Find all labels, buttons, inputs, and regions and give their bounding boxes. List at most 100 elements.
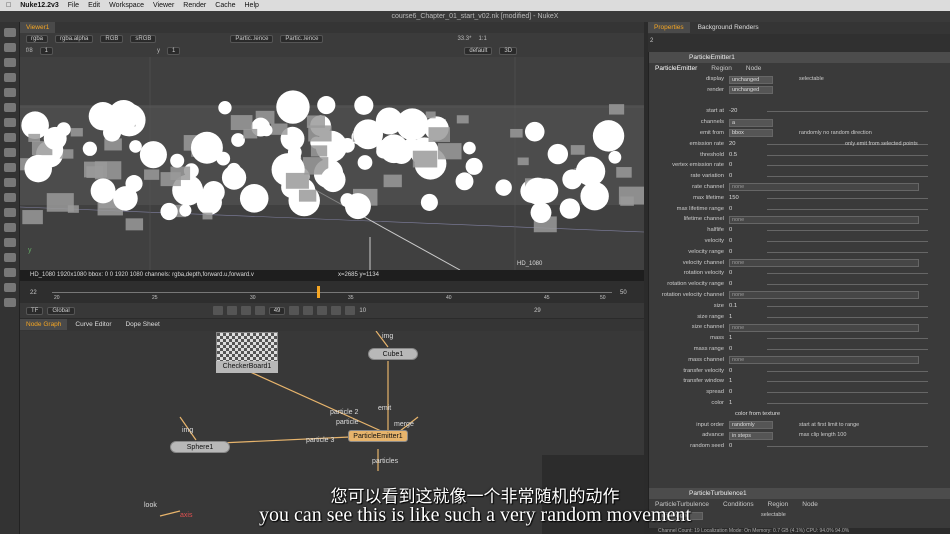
particles-tool-icon[interactable] xyxy=(3,178,16,187)
playhead[interactable] xyxy=(317,286,320,298)
tab-node[interactable]: Node xyxy=(746,63,762,74)
knob-extra[interactable]: max clip length 100 xyxy=(799,430,846,441)
knob-dropdown[interactable]: none xyxy=(729,356,919,365)
fps-mode-dropdown[interactable]: TF xyxy=(26,306,44,315)
knob-value-field[interactable]: 0 xyxy=(729,160,732,171)
knob-slider[interactable] xyxy=(767,284,928,286)
knob-slider[interactable] xyxy=(767,392,928,394)
knob-slider[interactable] xyxy=(767,402,928,404)
knob-dropdown[interactable]: none xyxy=(729,323,919,332)
knob-extra[interactable]: selectable xyxy=(799,74,824,85)
knob-dropdown[interactable]: a xyxy=(729,118,773,127)
image-tool-icon[interactable] xyxy=(3,28,16,37)
camera-dropdown[interactable]: default xyxy=(464,47,493,55)
menu-render[interactable]: Render xyxy=(183,2,206,9)
menu-edit[interactable]: Edit xyxy=(88,2,100,9)
knob-extra[interactable]: start at first limit to range xyxy=(799,420,859,431)
menu-viewer[interactable]: Viewer xyxy=(153,2,174,9)
knob-checkbox[interactable]: color from texture xyxy=(735,409,780,420)
lut-dropdown[interactable]: sRGB xyxy=(130,35,157,43)
last-frame-icon[interactable] xyxy=(345,306,356,315)
knob-slider[interactable] xyxy=(767,111,928,113)
channel-tool-icon[interactable] xyxy=(3,73,16,82)
app-menu[interactable]: Nuke12.2v3 xyxy=(20,2,59,9)
3d-tool-icon[interactable] xyxy=(3,163,16,172)
range-scope-dropdown[interactable]: Global xyxy=(47,306,75,315)
knob-slider[interactable] xyxy=(767,381,928,383)
menu-help[interactable]: Help xyxy=(245,2,259,9)
frame-step-field[interactable]: 10 xyxy=(359,308,366,314)
knob-value-field[interactable]: 0 xyxy=(729,171,732,182)
node-particleemitter1[interactable]: ParticleEmitter1 xyxy=(348,430,408,442)
knob-value-field[interactable]: 1 xyxy=(729,312,732,323)
fps-field[interactable]: 29 xyxy=(534,308,541,314)
deep-tool-icon[interactable] xyxy=(3,193,16,202)
knob-value-field[interactable]: 0 xyxy=(729,366,732,377)
stop-icon[interactable] xyxy=(289,306,300,315)
tab-curve-editor[interactable]: Curve Editor xyxy=(69,319,117,330)
knob-slider[interactable] xyxy=(767,370,928,372)
gamma-field[interactable]: 1 xyxy=(167,47,181,55)
node-sphere1[interactable]: Sphere1 xyxy=(170,441,230,453)
menu-workspace[interactable]: Workspace xyxy=(109,2,144,9)
knob-value-field[interactable]: 0 xyxy=(729,268,732,279)
timeline-track[interactable] xyxy=(52,292,612,293)
view-mode-dropdown[interactable]: 3D xyxy=(499,47,518,55)
knob-value-field[interactable]: 0 xyxy=(729,441,732,452)
knob-value-field[interactable]: 0 xyxy=(729,247,732,258)
channels-dropdown[interactable]: rgba xyxy=(26,35,49,43)
knob-value-field[interactable]: 0 xyxy=(729,225,732,236)
filter-tool-icon[interactable] xyxy=(3,103,16,112)
all-plugins-icon[interactable] xyxy=(3,298,16,307)
color-tool-icon[interactable] xyxy=(3,88,16,97)
knob-slider[interactable] xyxy=(767,446,928,448)
knob-value-field[interactable]: 0 xyxy=(729,387,732,398)
draw-tool-icon[interactable] xyxy=(3,43,16,52)
tab-particle-emitter[interactable]: ParticleEmitter xyxy=(655,63,697,74)
timeline-end[interactable]: 50 xyxy=(620,290,627,296)
knob-slider[interactable] xyxy=(767,316,928,318)
knob-value-field[interactable]: -20 xyxy=(729,106,737,117)
knob-slider[interactable] xyxy=(767,338,928,340)
node-cube1[interactable]: Cube1 xyxy=(368,348,418,360)
apple-icon[interactable]:  xyxy=(6,2,11,9)
knob-slider[interactable] xyxy=(767,197,928,199)
first-frame-icon[interactable] xyxy=(212,306,223,315)
knob-value-field[interactable]: 0.5 xyxy=(729,150,737,161)
node-checkerboard1[interactable]: CheckerBoard1 xyxy=(216,361,278,373)
knob-dropdown[interactable]: none xyxy=(729,183,919,192)
knob-dropdown[interactable]: none xyxy=(729,291,919,300)
knob-slider[interactable] xyxy=(767,165,928,167)
play-forward-icon[interactable] xyxy=(303,306,314,315)
next-keyframe-icon[interactable] xyxy=(331,306,342,315)
knob-dropdown[interactable]: randomly xyxy=(729,421,773,429)
knob-value-field[interactable]: 0.1 xyxy=(729,301,737,312)
input-a-dropdown[interactable]: Partic..lence xyxy=(230,35,274,43)
menu-cache[interactable]: Cache xyxy=(215,2,235,9)
knob-dropdown[interactable]: none xyxy=(729,215,919,224)
knob-slider[interactable] xyxy=(767,305,928,307)
tab-region[interactable]: Region xyxy=(711,63,732,74)
keyer-tool-icon[interactable] xyxy=(3,118,16,127)
knob-value-field[interactable]: 1 xyxy=(729,333,732,344)
knob-slider[interactable] xyxy=(767,273,928,275)
knob-value-field[interactable]: 150 xyxy=(729,193,739,204)
metadata-tool-icon[interactable] xyxy=(3,223,16,232)
knob-value-field[interactable]: 0 xyxy=(729,279,732,290)
panel-count[interactable]: 2 xyxy=(650,38,653,44)
timeline-start[interactable]: 22 xyxy=(30,290,37,296)
knob-value-field[interactable]: 1 xyxy=(729,398,732,409)
viewer-viewport[interactable]: y HD_1080 xyxy=(20,57,644,270)
knob-value-field[interactable]: 20 xyxy=(729,139,735,150)
colorspace-dropdown[interactable]: RGB xyxy=(100,35,124,43)
tab-node-graph[interactable]: Node Graph xyxy=(20,319,68,330)
menu-file[interactable]: File xyxy=(68,2,79,9)
zoom-level[interactable]: 33.3* xyxy=(457,36,471,42)
knob-slider[interactable] xyxy=(767,208,928,210)
knob-value-field[interactable]: 1 xyxy=(729,376,732,387)
knob-dropdown[interactable]: unchanged xyxy=(729,75,773,84)
knob-slider[interactable] xyxy=(767,154,928,156)
node-panel-header[interactable]: ParticleEmitter1 xyxy=(649,52,950,63)
gain-field[interactable]: 1 xyxy=(39,47,54,55)
knob-extra[interactable]: randomly no random direction xyxy=(799,128,872,139)
